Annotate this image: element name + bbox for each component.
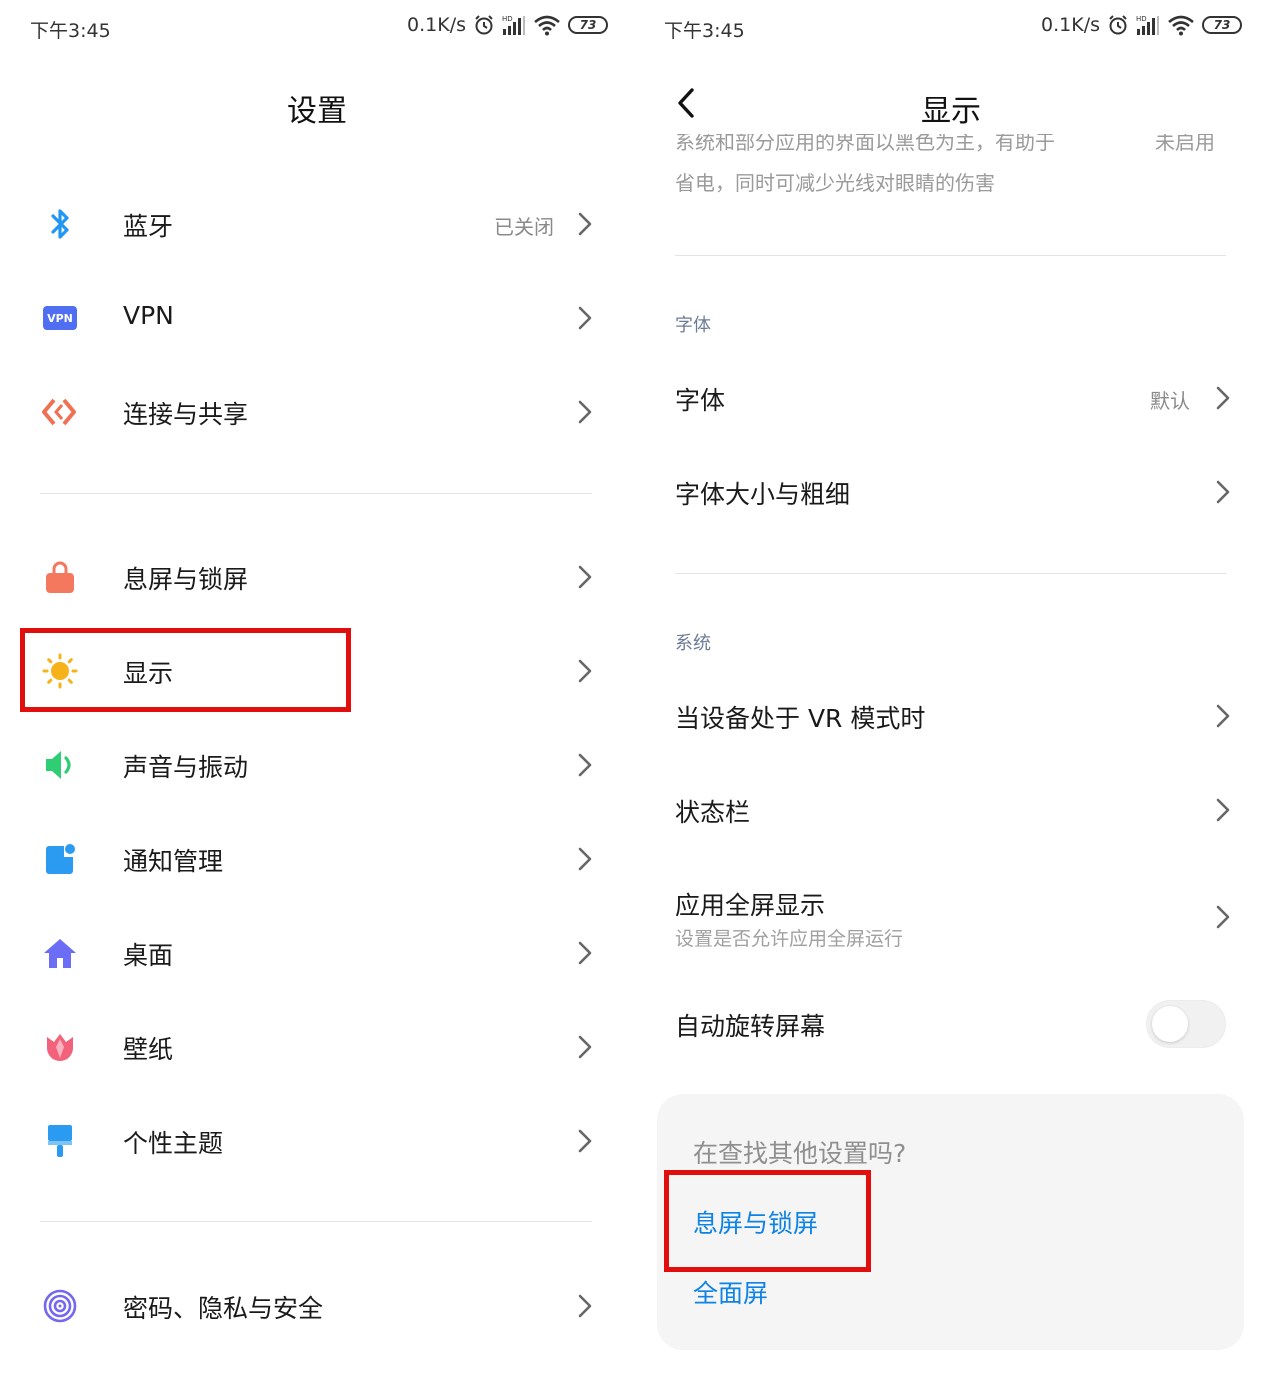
settings-item-status-bar[interactable]: 状态栏 <box>634 763 1267 857</box>
settings-item-font-size-weight[interactable]: 字体大小与粗细 <box>634 445 1267 539</box>
chevron-right-icon <box>1216 386 1230 410</box>
connection-share-icon <box>42 394 78 430</box>
settings-item-label: 字体大小与粗细 <box>675 480 851 509</box>
section-divider <box>675 255 1226 256</box>
settings-item-label: 息屏与锁屏 <box>123 565 249 594</box>
home-icon <box>42 935 78 971</box>
suggestion-link-full-screen[interactable]: 全面屏 <box>693 1274 768 1310</box>
chevron-right-icon <box>1216 905 1230 929</box>
highlight-box-lock-screen-link <box>664 1170 871 1272</box>
signal-icon: HD <box>1136 15 1159 35</box>
settings-item-label: 字体 <box>675 386 726 415</box>
network-speed: 0.1K/s <box>1041 14 1100 36</box>
chevron-right-icon <box>578 400 592 424</box>
wifi-icon <box>534 15 560 36</box>
settings-item-label: 自动旋转屏幕 <box>675 1012 826 1041</box>
display-settings-screen: 下午3:45 0.1K/s HD 73 显示 系统和部分应用的界面以黑色为主，有… <box>634 0 1267 1373</box>
section-divider <box>675 573 1226 574</box>
settings-item-label: 密码、隐私与安全 <box>123 1294 324 1323</box>
tulip-icon <box>42 1029 78 1065</box>
bluetooth-status-value: 已关闭 <box>494 215 554 239</box>
chevron-right-icon <box>578 212 592 236</box>
chevron-right-icon <box>578 565 592 589</box>
section-divider <box>40 1221 592 1222</box>
alarm-icon <box>1109 15 1127 35</box>
status-time: 下午3:45 <box>664 20 745 42</box>
settings-screen: 下午3:45 0.1K/s HD 73 设置 蓝牙 已关闭 VPN VPN 连接… <box>0 0 634 1373</box>
settings-item-home-screen[interactable]: 桌面 <box>0 906 634 1000</box>
settings-item-password-privacy[interactable]: 密码、隐私与安全 <box>0 1259 634 1353</box>
signal-icon: HD <box>502 15 525 35</box>
paint-brush-icon <box>42 1123 78 1159</box>
section-divider <box>40 493 592 494</box>
settings-item-label: 壁纸 <box>123 1035 174 1064</box>
page-title: 显示 <box>921 94 981 129</box>
settings-item-wallpaper[interactable]: 壁纸 <box>0 1000 634 1094</box>
chevron-right-icon <box>578 941 592 965</box>
status-bar: 下午3:45 0.1K/s HD 73 <box>30 14 608 44</box>
battery-indicator: 73 <box>1202 16 1242 34</box>
settings-item-label: 通知管理 <box>123 847 224 876</box>
svg-text:HD: HD <box>1136 15 1147 23</box>
chevron-right-icon <box>578 847 592 871</box>
dark-mode-description-fragment: 系统和部分应用的界面以黑色为主，有助于 未启用 <box>675 134 1215 154</box>
settings-item-vpn[interactable]: VPN VPN <box>0 271 634 365</box>
settings-item-label: VPN <box>123 301 174 330</box>
settings-item-label: 蓝牙 <box>123 212 174 241</box>
settings-item-auto-rotate: 自动旋转屏幕 <box>634 977 1267 1071</box>
chevron-right-icon <box>578 1129 592 1153</box>
toggle-knob <box>1152 1006 1188 1042</box>
font-value: 默认 <box>1150 389 1190 413</box>
settings-item-bluetooth[interactable]: 蓝牙 已关闭 <box>0 177 634 271</box>
settings-item-label: 个性主题 <box>123 1129 224 1158</box>
settings-item-font[interactable]: 字体 默认 <box>634 351 1267 445</box>
chevron-right-icon <box>578 753 592 777</box>
settings-item-label: 应用全屏显示 <box>675 891 826 920</box>
settings-item-label: 当设备处于 VR 模式时 <box>675 704 926 733</box>
page-title: 设置 <box>287 94 347 129</box>
dark-mode-description: 省电，同时可减少光线对眼睛的伤害 <box>675 171 995 195</box>
status-bar: 下午3:45 0.1K/s HD 73 <box>664 14 1242 44</box>
settings-item-app-fullscreen[interactable]: 应用全屏显示 设置是否允许应用全屏运行 <box>634 858 1267 968</box>
chevron-right-icon <box>578 659 592 683</box>
settings-item-notifications[interactable]: 通知管理 <box>0 812 634 906</box>
settings-item-subtitle: 设置是否允许应用全屏运行 <box>675 928 904 950</box>
settings-item-vr-mode[interactable]: 当设备处于 VR 模式时 <box>634 669 1267 763</box>
bluetooth-icon <box>42 206 78 242</box>
svg-text:HD: HD <box>502 15 513 23</box>
chevron-right-icon <box>578 306 592 330</box>
status-time: 下午3:45 <box>30 20 111 42</box>
vpn-icon: VPN <box>42 300 78 336</box>
speaker-icon <box>42 747 78 783</box>
settings-item-connection-sharing[interactable]: 连接与共享 <box>0 365 634 459</box>
settings-item-label: 连接与共享 <box>123 400 249 429</box>
chevron-right-icon <box>578 1035 592 1059</box>
settings-item-label: 桌面 <box>123 941 174 970</box>
settings-item-label: 状态栏 <box>675 798 751 827</box>
settings-item-themes[interactable]: 个性主题 <box>0 1094 634 1188</box>
wifi-icon <box>1168 15 1194 36</box>
lock-icon <box>42 559 78 595</box>
battery-indicator: 73 <box>568 16 608 34</box>
chevron-right-icon <box>578 1294 592 1318</box>
settings-item-label: 声音与振动 <box>123 753 249 782</box>
chevron-right-icon <box>1216 480 1230 504</box>
notification-icon <box>42 841 78 877</box>
highlight-box-display <box>20 628 351 712</box>
section-header-font: 字体 <box>675 315 711 336</box>
fingerprint-icon <box>42 1288 78 1324</box>
network-speed: 0.1K/s <box>407 14 466 36</box>
search-suggestion-question: 在查找其他设置吗? <box>693 1139 907 1168</box>
auto-rotate-toggle[interactable] <box>1146 1000 1226 1048</box>
settings-item-sound[interactable]: 声音与振动 <box>0 718 634 812</box>
settings-item-lock-screen[interactable]: 息屏与锁屏 <box>0 530 634 624</box>
chevron-right-icon <box>1216 704 1230 728</box>
section-header-system: 系统 <box>675 633 711 654</box>
alarm-icon <box>475 15 493 35</box>
chevron-right-icon <box>1216 798 1230 822</box>
